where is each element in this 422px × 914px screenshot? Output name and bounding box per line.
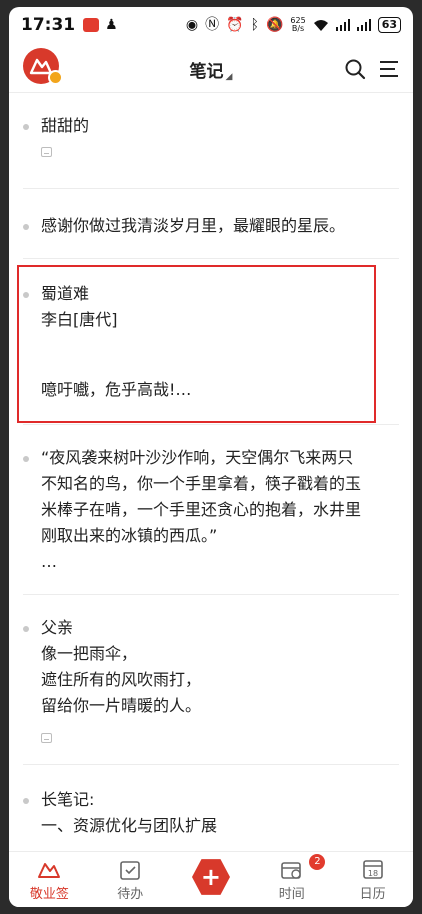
note-line: 不知名的鸟，你一个手里拿着，筷子戳着的玉	[41, 474, 362, 493]
note-item[interactable]: 父亲 像一把雨伞， 遮住所有的风吹雨打， 留给你一片晴暖的人。	[23, 595, 399, 765]
bluetooth-icon: ᛒ	[250, 17, 259, 33]
signal-icon-2	[356, 19, 371, 31]
note-bullet	[23, 798, 29, 804]
tab-jingyeqian[interactable]: 敬业签	[9, 852, 90, 907]
notification-badge: 2	[309, 854, 326, 870]
note-line: 父亲	[41, 618, 74, 637]
note-line: “夜风袭来树叶沙沙作响，天空偶尔飞来两只	[41, 448, 354, 467]
note-line: …	[41, 552, 57, 571]
wifi-icon	[313, 19, 328, 31]
note-text: 长笔记: 一、资源优化与团队扩展	[23, 787, 399, 839]
note-item[interactable]: 长笔记: 一、资源优化与团队扩展	[23, 765, 399, 849]
tab-label: 待办	[117, 887, 144, 902]
calendar-day: 18	[367, 869, 377, 878]
note-list[interactable]: 甜甜的 感谢你做过我清淡岁月里，最耀眼的星辰。 蜀道难 李白[唐代] 噫吁嚱，危…	[9, 93, 413, 849]
page-title-text: 笔记	[189, 62, 224, 82]
tab-label: 时间	[278, 887, 305, 902]
note-bullet	[23, 456, 29, 462]
note-bullet	[23, 626, 29, 632]
tab-rili[interactable]: 18 日历	[332, 852, 413, 907]
tab-daiban[interactable]: 待办	[90, 852, 171, 907]
title-dropdown-icon: ◢	[225, 72, 233, 82]
note-line: 留给你一片晴暖的人。	[41, 696, 202, 715]
phone-screen: 17:31 ♟ ◉ Ⓝ ⏰ ᛒ 🔕 625 B/s 63 笔记 ◢ 甜甜的 感谢…	[9, 7, 413, 907]
mute-icon: 🔕	[265, 17, 284, 33]
bottom-nav: 敬业签 待办 + 2 时间 18 日历	[9, 851, 413, 907]
attachment-icon	[41, 147, 52, 157]
note-line: 李白[唐代]	[41, 310, 118, 329]
note-line: 感谢你做过我清淡岁月里，最耀眼的星辰。	[41, 216, 346, 235]
note-blank-line	[41, 333, 399, 359]
network-speed: 625 B/s	[290, 17, 305, 33]
note-bullet	[23, 124, 29, 130]
app-notification-icon	[83, 18, 100, 32]
tab-shijian[interactable]: 2 时间	[251, 852, 332, 907]
tab-add[interactable]: +	[171, 852, 252, 907]
signal-icon-1	[335, 19, 350, 31]
alarm-icon: ⏰	[226, 17, 244, 33]
note-item[interactable]: 甜甜的	[23, 93, 399, 189]
note-text: 甜甜的	[23, 113, 399, 139]
tab-label: 日历	[359, 887, 386, 902]
note-line: 刚取出来的冰镇的西瓜。”	[41, 526, 218, 545]
note-line: 一、资源优化与团队扩展	[41, 816, 218, 835]
note-text: 蜀道难 李白[唐代] 噫吁嚱，危乎高哉!…	[23, 281, 399, 403]
note-item[interactable]: 感谢你做过我清淡岁月里，最耀眼的星辰。	[23, 189, 399, 259]
qq-icon: ♟	[105, 17, 118, 33]
speed-unit: B/s	[291, 24, 305, 33]
note-line: 噫吁嚱，危乎高哉!…	[41, 380, 192, 399]
tab-label: 敬业签	[29, 887, 69, 902]
menu-button[interactable]	[377, 57, 401, 81]
note-text: 感谢你做过我清淡岁月里，最耀眼的星辰。	[23, 213, 399, 239]
app-header: 笔记 ◢	[9, 45, 413, 93]
note-item[interactable]: 蜀道难 李白[唐代] 噫吁嚱，危乎高哉!…	[23, 259, 399, 425]
status-left-icons: ♟	[83, 18, 118, 32]
add-note-button[interactable]: +	[191, 859, 230, 895]
note-item[interactable]: “夜风袭来树叶沙沙作响，天空偶尔飞来两只 不知名的鸟，你一个手里拿着，筷子戳着的…	[23, 425, 399, 595]
note-line: 像一把雨伞，	[41, 644, 138, 663]
note-line: 蜀道难	[41, 284, 90, 303]
note-text: “夜风袭来树叶沙沙作响，天空偶尔飞来两只 不知名的鸟，你一个手里拿着，筷子戳着的…	[23, 445, 399, 575]
note-line: 米棒子在啃，一个手里还贪心的抱着，水井里	[41, 500, 362, 519]
note-bullet	[23, 292, 29, 298]
note-line: 遮住所有的风吹雨打，	[41, 670, 202, 689]
calendar-icon: 18	[362, 860, 383, 879]
note-blank-line	[41, 359, 399, 377]
note-bullet	[23, 224, 29, 230]
status-bar: 17:31 ♟ ◉ Ⓝ ⏰ ᛒ 🔕 625 B/s 63	[9, 7, 413, 43]
attachment-icon	[41, 733, 52, 743]
battery-indicator: 63	[377, 17, 401, 33]
status-right-icons: ◉ Ⓝ ⏰ ᛒ 🔕 625 B/s 63	[186, 17, 401, 33]
search-button[interactable]	[343, 57, 367, 81]
jingyeqian-icon	[38, 863, 61, 878]
note-text: 父亲 像一把雨伞， 遮住所有的风吹雨打， 留给你一片晴暖的人。	[23, 615, 399, 719]
nfc-icon: Ⓝ	[205, 17, 220, 33]
todo-icon	[120, 861, 140, 880]
status-time: 17:31	[21, 15, 76, 35]
eye-icon: ◉	[185, 17, 199, 33]
time-icon	[280, 862, 301, 879]
note-line: 甜甜的	[41, 116, 90, 135]
note-line: 长笔记:	[41, 790, 95, 809]
